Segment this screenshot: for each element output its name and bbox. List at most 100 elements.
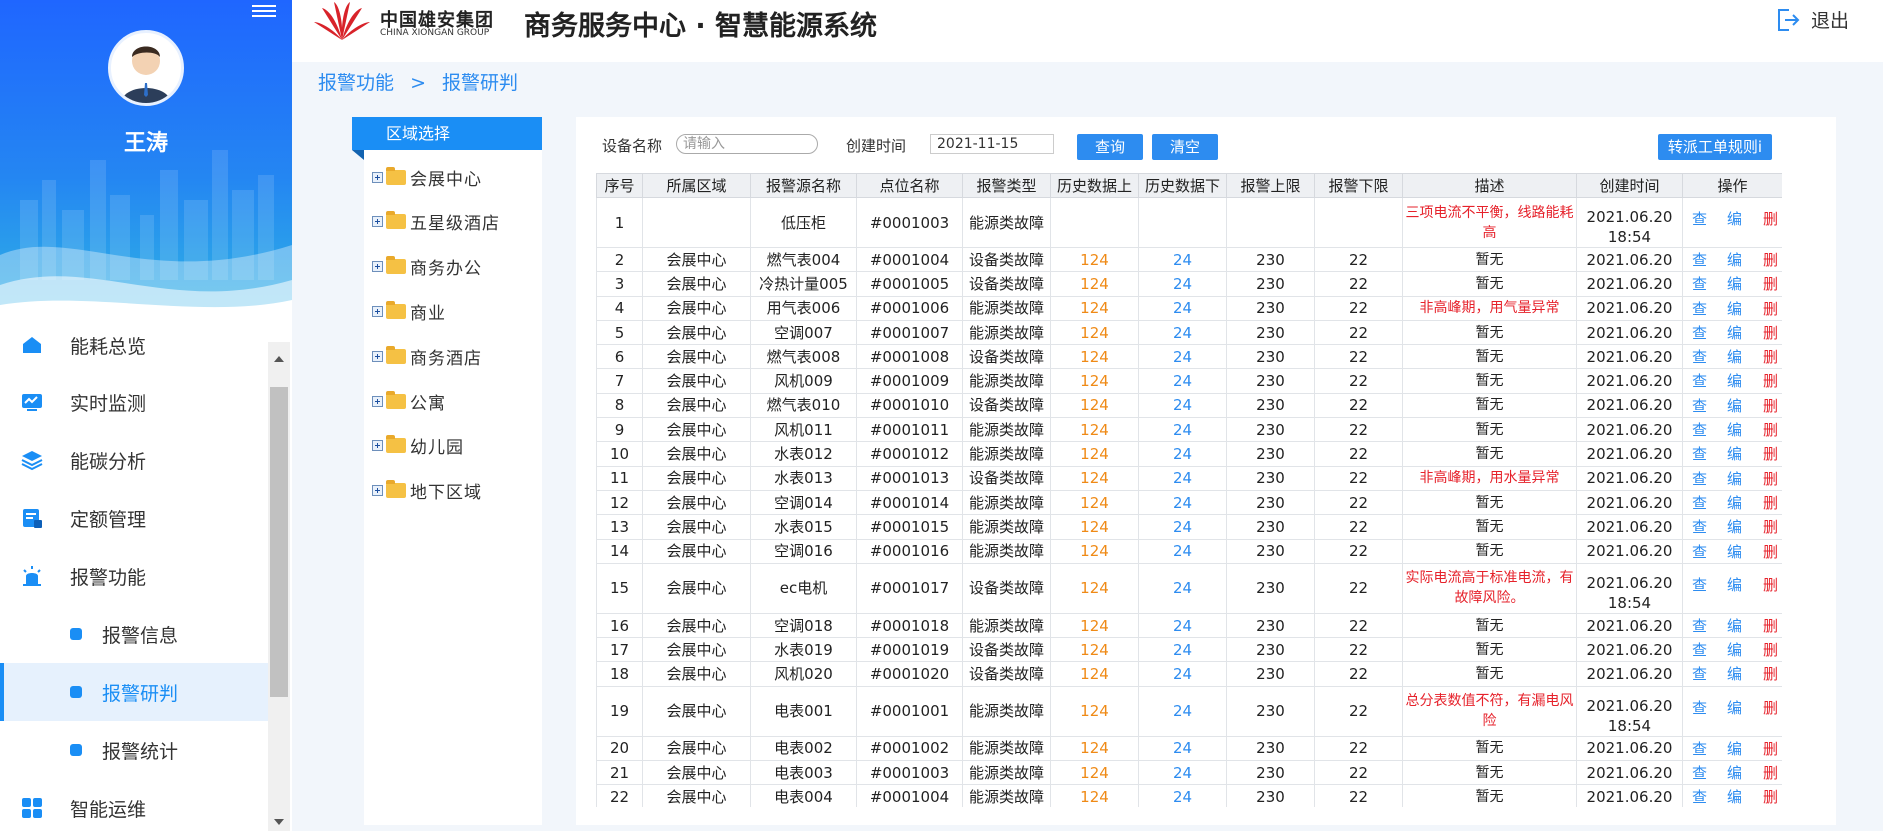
tree-item[interactable]: 商务酒店 (372, 343, 482, 369)
edit-button[interactable]: 编 (1727, 664, 1742, 684)
edit-button[interactable]: 编 (1727, 396, 1742, 416)
nav-item-energy-overview[interactable]: 能耗总览 (0, 322, 268, 374)
nav-item-quota-management[interactable]: 定额管理 (0, 489, 268, 547)
scroll-down-icon[interactable] (274, 819, 284, 825)
nav-item-carbon-analysis[interactable]: 能碳分析 (0, 431, 268, 489)
edit-button[interactable]: 编 (1727, 347, 1742, 367)
expand-icon[interactable] (372, 485, 383, 497)
view-button[interactable]: 查 (1692, 250, 1707, 270)
edit-button[interactable]: 编 (1727, 739, 1742, 759)
view-button[interactable]: 查 (1692, 209, 1707, 229)
nav-subitem-alarm-info[interactable]: 报警信息 (0, 605, 268, 663)
edit-button[interactable]: 编 (1727, 323, 1742, 343)
edit-button[interactable]: 编 (1727, 274, 1742, 294)
delete-button[interactable]: 删 (1763, 542, 1778, 562)
expand-icon[interactable] (372, 171, 383, 183)
nav-item-alarm[interactable]: 报警功能 (0, 547, 268, 605)
expand-icon[interactable] (372, 395, 383, 407)
view-button[interactable]: 查 (1692, 664, 1707, 684)
delete-button[interactable]: 删 (1763, 371, 1778, 391)
delete-button[interactable]: 删 (1763, 420, 1778, 440)
clear-button[interactable]: 清空 (1152, 134, 1218, 160)
tree-item[interactable]: 地下区域 (372, 478, 482, 504)
delete-button[interactable]: 删 (1763, 347, 1778, 367)
nav-item-smart-ops[interactable]: 智能运维 (0, 779, 268, 831)
expand-icon[interactable] (372, 350, 383, 362)
delete-button[interactable]: 删 (1763, 493, 1778, 513)
delete-button[interactable]: 删 (1763, 575, 1778, 595)
view-button[interactable]: 查 (1692, 763, 1707, 783)
view-button[interactable]: 查 (1692, 420, 1707, 440)
delete-button[interactable]: 删 (1763, 517, 1778, 537)
edit-button[interactable]: 编 (1727, 616, 1742, 636)
tree-item[interactable]: 五星级酒店 (372, 209, 500, 235)
view-button[interactable]: 查 (1692, 347, 1707, 367)
nav-item-realtime-monitor[interactable]: 实时监测 (0, 373, 268, 431)
delete-button[interactable]: 删 (1763, 616, 1778, 636)
edit-button[interactable]: 编 (1727, 250, 1742, 270)
delete-button[interactable]: 删 (1763, 763, 1778, 783)
edit-button[interactable]: 编 (1727, 493, 1742, 513)
delete-button[interactable]: 删 (1763, 698, 1778, 718)
view-button[interactable]: 查 (1692, 274, 1707, 294)
edit-button[interactable]: 编 (1727, 209, 1742, 229)
query-button[interactable]: 查询 (1077, 134, 1143, 160)
view-button[interactable]: 查 (1692, 542, 1707, 562)
delete-button[interactable]: 删 (1763, 664, 1778, 684)
edit-button[interactable]: 编 (1727, 542, 1742, 562)
view-button[interactable]: 查 (1692, 493, 1707, 513)
menu-toggle-icon[interactable] (252, 2, 276, 20)
view-button[interactable]: 查 (1692, 444, 1707, 464)
created-time-input[interactable]: 2021-11-15 (930, 134, 1054, 154)
transfer-rule-button[interactable]: 转派工单规则i (1658, 134, 1772, 160)
edit-button[interactable]: 编 (1727, 420, 1742, 440)
nav-subitem-alarm-stats[interactable]: 报警统计 (0, 721, 268, 779)
delete-button[interactable]: 删 (1763, 396, 1778, 416)
view-button[interactable]: 查 (1692, 469, 1707, 489)
delete-button[interactable]: 删 (1763, 299, 1778, 319)
edit-button[interactable]: 编 (1727, 469, 1742, 489)
edit-button[interactable]: 编 (1727, 371, 1742, 391)
edit-button[interactable]: 编 (1727, 444, 1742, 464)
device-name-input[interactable]: 请输入 (676, 134, 818, 154)
edit-button[interactable]: 编 (1727, 698, 1742, 718)
tree-item[interactable]: 幼儿园 (372, 433, 464, 459)
scroll-up-icon[interactable] (274, 356, 284, 362)
view-button[interactable]: 查 (1692, 575, 1707, 595)
edit-button[interactable]: 编 (1727, 299, 1742, 319)
delete-button[interactable]: 删 (1763, 787, 1778, 807)
view-button[interactable]: 查 (1692, 323, 1707, 343)
logout-button[interactable]: 退出 (1775, 6, 1849, 33)
tree-item[interactable]: 会展中心 (372, 164, 482, 190)
edit-button[interactable]: 编 (1727, 575, 1742, 595)
breadcrumb-parent[interactable]: 报警功能 (318, 72, 394, 94)
tree-item[interactable]: 商务办公 (372, 254, 482, 280)
expand-icon[interactable] (372, 440, 383, 452)
expand-icon[interactable] (372, 261, 383, 273)
delete-button[interactable]: 删 (1763, 640, 1778, 660)
delete-button[interactable]: 删 (1763, 323, 1778, 343)
sidebar-scrollbar[interactable] (268, 342, 290, 831)
expand-icon[interactable] (372, 305, 383, 317)
view-button[interactable]: 查 (1692, 371, 1707, 391)
edit-button[interactable]: 编 (1727, 640, 1742, 660)
edit-button[interactable]: 编 (1727, 517, 1742, 537)
view-button[interactable]: 查 (1692, 698, 1707, 718)
delete-button[interactable]: 删 (1763, 274, 1778, 294)
scroll-thumb[interactable] (270, 387, 288, 697)
expand-icon[interactable] (372, 216, 383, 228)
nav-subitem-alarm-judgement[interactable]: 报警研判 (0, 663, 268, 721)
delete-button[interactable]: 删 (1763, 444, 1778, 464)
view-button[interactable]: 查 (1692, 299, 1707, 319)
view-button[interactable]: 查 (1692, 640, 1707, 660)
delete-button[interactable]: 删 (1763, 739, 1778, 759)
delete-button[interactable]: 删 (1763, 469, 1778, 489)
tree-item[interactable]: 公寓 (372, 388, 446, 414)
view-button[interactable]: 查 (1692, 517, 1707, 537)
view-button[interactable]: 查 (1692, 616, 1707, 636)
delete-button[interactable]: 删 (1763, 209, 1778, 229)
view-button[interactable]: 查 (1692, 396, 1707, 416)
delete-button[interactable]: 删 (1763, 250, 1778, 270)
tree-item[interactable]: 商业 (372, 298, 446, 324)
edit-button[interactable]: 编 (1727, 787, 1742, 807)
